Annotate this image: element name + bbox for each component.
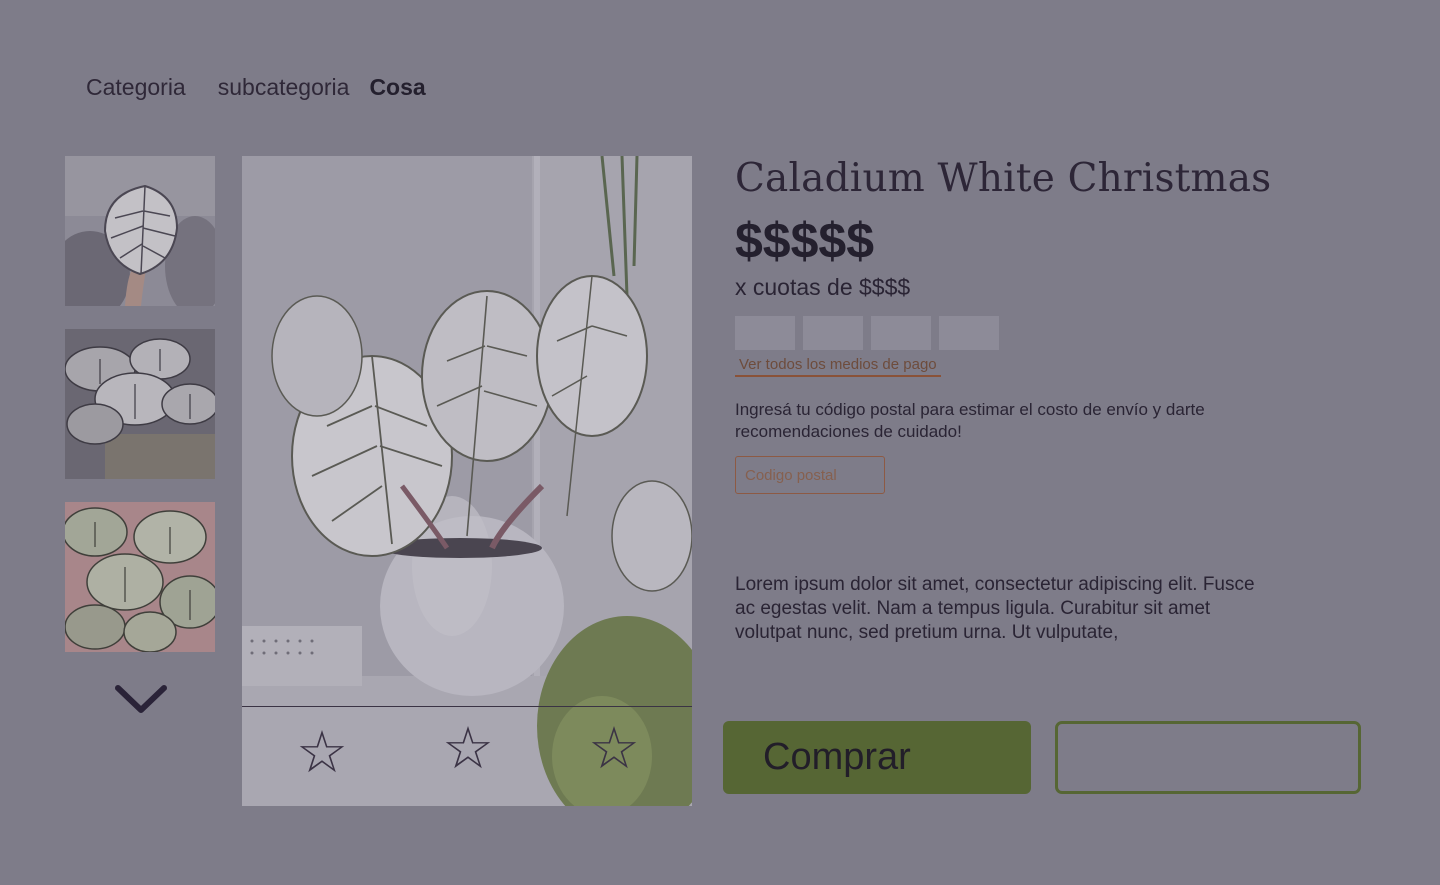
- product-info: Caladium White Christmas $$$$$ x cuotas …: [735, 150, 1375, 494]
- breadcrumb-category[interactable]: Categoria: [86, 74, 186, 101]
- rating-stars: ☆ ☆ ☆: [242, 718, 692, 782]
- postal-code-prompt: Ingresá tu código postal para estimar el…: [735, 400, 1205, 441]
- payment-method-icon: [803, 316, 863, 350]
- thumbnail-2[interactable]: [65, 329, 215, 479]
- buy-button[interactable]: Comprar: [723, 721, 1031, 794]
- rating-divider: [242, 706, 692, 707]
- thumbnail-list: [65, 156, 215, 675]
- thumbnail-1[interactable]: [65, 156, 215, 306]
- thumbnail-3[interactable]: [65, 502, 215, 652]
- payment-method-icon: [735, 316, 795, 350]
- payment-methods-link[interactable]: Ver todos los medios de pago: [735, 356, 941, 377]
- star-icon[interactable]: ☆: [588, 718, 640, 778]
- installments-text: x cuotas de $$$$: [735, 274, 911, 300]
- secondary-button[interactable]: [1055, 721, 1361, 794]
- payment-methods: [735, 316, 1375, 350]
- breadcrumb: Categoria subcategoria Cosa: [86, 74, 426, 101]
- breadcrumb-subcategory[interactable]: subcategoria: [218, 74, 350, 101]
- product-description: Lorem ipsum dolor sit amet, consectetur …: [735, 574, 1255, 643]
- main-product-image: [242, 156, 692, 806]
- payment-method-icon: [939, 316, 999, 350]
- star-icon[interactable]: ☆: [296, 722, 348, 782]
- star-icon[interactable]: ☆: [442, 718, 494, 778]
- product-price: $$$$$: [735, 213, 875, 269]
- breadcrumb-current: Cosa: [369, 74, 426, 100]
- chevron-down-icon[interactable]: [114, 684, 170, 716]
- payment-method-icon: [871, 316, 931, 350]
- product-title: Caladium White Christmas: [735, 156, 1272, 201]
- postal-code-input[interactable]: [735, 456, 885, 494]
